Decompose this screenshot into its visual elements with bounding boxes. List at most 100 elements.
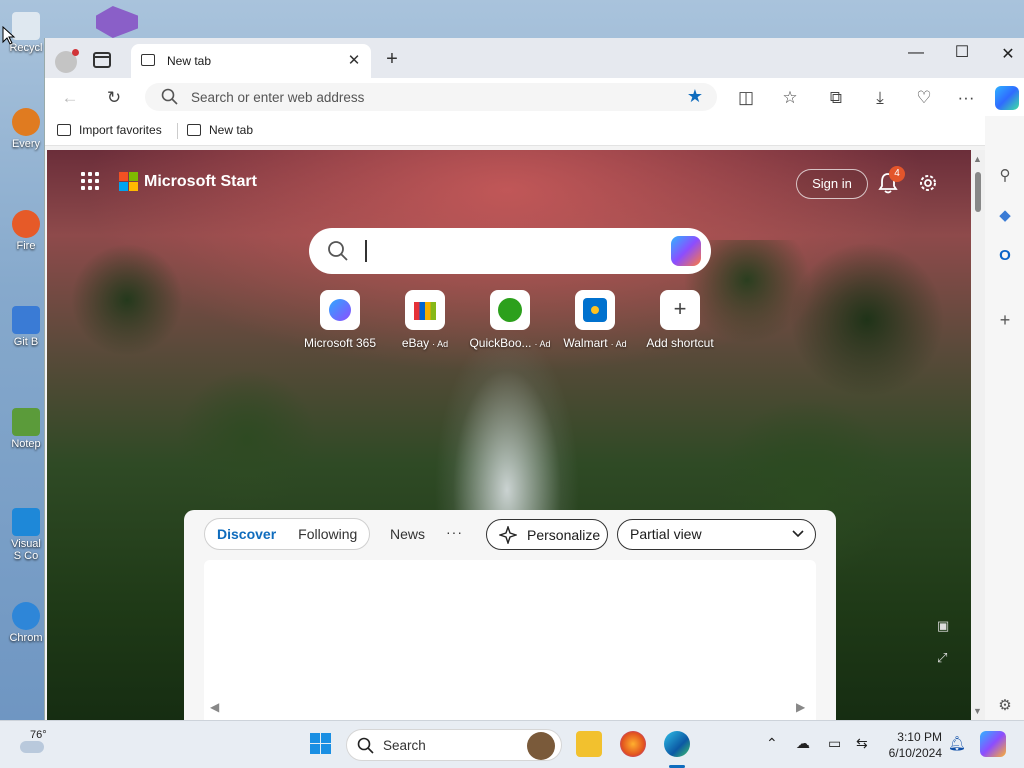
copilot-icon[interactable] bbox=[995, 86, 1019, 110]
more-menu-icon[interactable]: ··· bbox=[955, 87, 977, 109]
walmart-icon bbox=[575, 290, 615, 330]
apps-grid-icon[interactable] bbox=[81, 172, 101, 192]
sign-in-button[interactable]: Sign in bbox=[796, 169, 868, 199]
personalize-button[interactable]: Personalize bbox=[486, 519, 608, 550]
settings-gear-icon[interactable] bbox=[917, 172, 939, 194]
start-button[interactable] bbox=[308, 731, 334, 757]
microsoft-365-icon bbox=[320, 290, 360, 330]
sidebar-settings-icon[interactable]: ⚙ bbox=[995, 696, 1015, 716]
tab-new-tab[interactable]: New tab ✕ bbox=[131, 44, 371, 78]
taskbar: 76° Search ⌃ ☁ ▭ ⇆ 3:10 PM 6/10/2024 🔔︎ bbox=[0, 720, 1024, 768]
taskbar-search[interactable]: Search bbox=[346, 729, 562, 761]
notification-badge: 4 bbox=[889, 166, 905, 182]
show-hidden-icons-icon[interactable]: ⌃ bbox=[766, 735, 778, 752]
scroll-down-icon[interactable]: ▼ bbox=[973, 706, 982, 716]
close-window-button[interactable]: ✕ bbox=[993, 44, 1023, 64]
profile-avatar[interactable] bbox=[55, 49, 79, 73]
view-mode-value: Partial view bbox=[630, 526, 702, 542]
favorites-icon[interactable]: ☆ bbox=[779, 87, 801, 109]
import-favorites-icon bbox=[57, 124, 71, 136]
new-tab-button[interactable]: + bbox=[381, 48, 403, 71]
desktop-icon-label: Fire bbox=[16, 240, 36, 252]
desktop-icon-vscode[interactable]: Visual S Co bbox=[6, 508, 46, 562]
visual-studio-icon[interactable] bbox=[96, 6, 138, 38]
edge-sidebar: ⚲ ◆ O + ⚙ bbox=[985, 116, 1024, 720]
desktop-icon-notepad[interactable]: Notep bbox=[6, 408, 46, 450]
onedrive-icon[interactable]: ☁ bbox=[796, 735, 810, 752]
add-sidebar-app-icon[interactable]: + bbox=[995, 310, 1015, 330]
close-tab-icon[interactable]: ✕ bbox=[345, 51, 363, 69]
split-screen-icon[interactable]: ◫ bbox=[735, 87, 757, 109]
firefox-icon bbox=[12, 210, 40, 238]
favorite-star-icon[interactable]: ★ bbox=[687, 86, 703, 107]
feed-content-card bbox=[204, 560, 816, 720]
network-icon[interactable]: ⇆ bbox=[856, 735, 868, 752]
copilot-taskbar-icon[interactable] bbox=[980, 731, 1006, 757]
browser-essentials-icon[interactable]: ♡ bbox=[913, 87, 935, 109]
scroll-up-icon[interactable]: ▲ bbox=[973, 154, 982, 164]
desktop-icon-firefox[interactable]: Fire bbox=[6, 210, 46, 252]
background-info-icon[interactable]: ▣ bbox=[937, 618, 949, 634]
shortcut-label: Add shortcut bbox=[646, 336, 714, 350]
add-shortcut-button[interactable]: + Add shortcut bbox=[630, 290, 730, 350]
tab-discover[interactable]: Discover bbox=[217, 526, 276, 542]
desktop-icon-chrome[interactable]: Chrom bbox=[6, 602, 46, 644]
minimize-button[interactable]: — bbox=[901, 44, 931, 62]
collections-icon[interactable]: ⧉ bbox=[825, 87, 847, 109]
back-button[interactable]: ← bbox=[59, 87, 81, 109]
expand-icon[interactable]: ⤢ bbox=[937, 650, 947, 666]
favorite-new-tab-label: New tab bbox=[209, 123, 254, 137]
favorites-bar: Import favorites New tab bbox=[45, 116, 1024, 146]
scrollbar-thumb[interactable] bbox=[975, 172, 981, 212]
git-bash-icon bbox=[12, 306, 40, 334]
plus-icon: + bbox=[660, 290, 700, 330]
notepad-icon bbox=[12, 408, 40, 436]
copilot-apps-icon[interactable]: ◆ bbox=[995, 206, 1015, 226]
tab-title: New tab bbox=[167, 54, 212, 68]
tab-news[interactable]: News bbox=[390, 526, 425, 542]
brand-title[interactable]: Microsoft Start bbox=[144, 173, 257, 191]
import-favorites-link[interactable]: Import favorites bbox=[57, 123, 162, 137]
desktop-icon-label: Chrom bbox=[9, 632, 43, 644]
address-bar[interactable]: Search or enter web address ★ bbox=[145, 83, 717, 111]
notifications-icon[interactable]: 🔔︎ bbox=[948, 735, 966, 752]
file-explorer-icon[interactable] bbox=[576, 731, 602, 757]
feed-tab-group: Discover Following bbox=[204, 518, 371, 550]
chevron-down-icon bbox=[792, 530, 804, 538]
refresh-button[interactable]: ↻ bbox=[103, 87, 125, 109]
edge-icon[interactable] bbox=[664, 731, 690, 757]
more-tabs-button[interactable]: ··· bbox=[446, 524, 463, 540]
search-icon[interactable]: ⚲ bbox=[995, 166, 1015, 186]
page-scrollbar[interactable]: ▲ ▼ bbox=[971, 150, 985, 720]
carousel-next-icon[interactable]: ▶ bbox=[796, 700, 805, 714]
news-feed-panel: Discover Following News ··· Personalize … bbox=[184, 510, 836, 720]
search-icon bbox=[161, 88, 178, 105]
view-mode-dropdown[interactable]: Partial view bbox=[617, 519, 816, 550]
display-icon[interactable]: ▭ bbox=[828, 735, 841, 752]
sparkle-icon bbox=[499, 525, 517, 544]
mouse-cursor-icon bbox=[2, 26, 16, 45]
outlook-icon[interactable]: O bbox=[995, 246, 1015, 266]
desktop-icon-everything[interactable]: Every bbox=[6, 108, 46, 150]
carousel-prev-icon[interactable]: ◀ bbox=[210, 700, 219, 714]
favorites-separator bbox=[177, 123, 178, 139]
desktop-icon-label: Visual S Co bbox=[11, 538, 41, 562]
vscode-icon bbox=[12, 508, 40, 536]
desktop-icon-git-bash[interactable]: Git B bbox=[6, 306, 46, 348]
downloads-icon[interactable]: ⤓ bbox=[869, 87, 891, 109]
new-tab-page: Microsoft Start Sign in 4 Microsoft 365 … bbox=[47, 150, 971, 720]
copilot-icon[interactable] bbox=[671, 236, 701, 266]
favorite-new-tab[interactable]: New tab bbox=[187, 123, 253, 137]
web-search-input[interactable] bbox=[309, 228, 711, 274]
firefox-icon[interactable] bbox=[620, 731, 646, 757]
tab-following[interactable]: Following bbox=[298, 526, 357, 542]
clock[interactable]: 3:10 PM 6/10/2024 bbox=[878, 729, 942, 761]
microsoft-logo-icon bbox=[119, 172, 139, 192]
workspaces-icon[interactable] bbox=[93, 52, 111, 68]
weather-temperature: 76° bbox=[30, 729, 47, 741]
text-caret bbox=[365, 240, 367, 262]
new-tab-page-icon bbox=[187, 124, 201, 136]
maximize-button[interactable]: ☐ bbox=[947, 42, 977, 62]
browser-window: New tab ✕ + — ☐ ✕ ← ↻ Search or enter we… bbox=[44, 38, 1024, 720]
desktop-icon-label: Every bbox=[11, 138, 41, 150]
